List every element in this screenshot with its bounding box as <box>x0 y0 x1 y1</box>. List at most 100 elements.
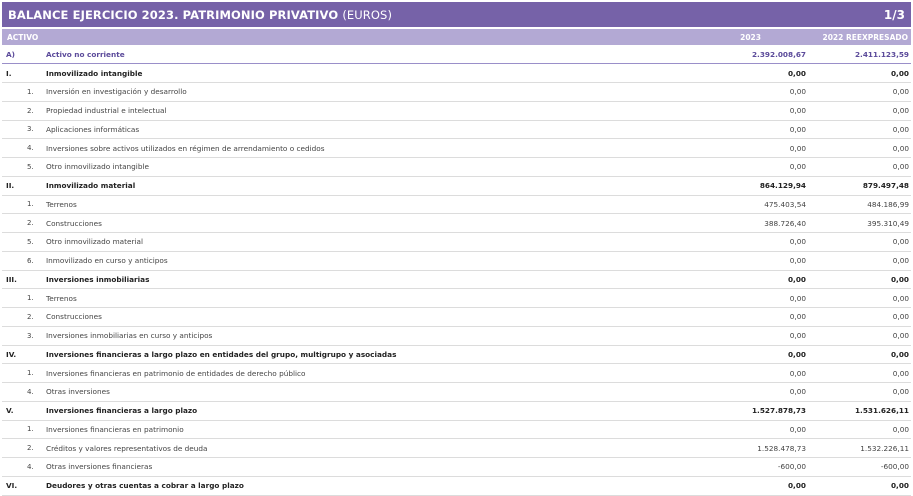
row-code: 2. <box>2 101 46 121</box>
table-row: 2. Propiedad industrial e intelectual 0,00… <box>2 101 911 121</box>
row-value-2023: 0,00 <box>606 363 806 383</box>
row-code: III. <box>2 270 46 290</box>
row-value-2023: 2.392.008,67 <box>606 45 806 65</box>
row-label: Inversión en investigación y desarrollo <box>46 82 606 102</box>
row-label: Activo no corriente <box>46 45 606 65</box>
table-row: 1. Inversión en investigación y desarroll… <box>2 82 911 102</box>
row-code: 1. <box>2 82 46 102</box>
row-code: IV. <box>2 345 46 365</box>
row-value-2022: 484.186,99 <box>806 195 911 215</box>
row-code: 1. <box>2 288 46 308</box>
row-value-2023: 0,00 <box>606 232 806 252</box>
table-row: 4. Otras inversiones 0,00 0,00 <box>2 382 911 402</box>
row-value-2022: 2.411.123,59 <box>806 45 911 65</box>
row-code: 4. <box>2 457 46 477</box>
page-title: BALANCE EJERCICIO 2023. PATRIMONIO PRIVA… <box>8 8 392 22</box>
row-value-2023: 864.129,94 <box>606 176 806 196</box>
row-label: Otro inmovilizado intangible <box>46 157 606 177</box>
table-row: 3. Aplicaciones informáticas 0,00 0,00 <box>2 120 911 140</box>
header-activo: ACTIVO <box>7 33 39 42</box>
row-value-2023: 0,00 <box>606 288 806 308</box>
row-label: Aplicaciones informáticas <box>46 120 606 140</box>
row-value-2023: 0,00 <box>606 476 806 496</box>
row-value-2022: 0,00 <box>806 232 911 252</box>
row-value-2023: 1.528.478,73 <box>606 438 806 458</box>
row-value-2023: 1.527.878,73 <box>606 401 806 421</box>
row-value-2022: 0,00 <box>806 363 911 383</box>
row-code: II. <box>2 176 46 196</box>
row-value-2022: 395.310,49 <box>806 213 911 233</box>
row-label: Construcciones <box>46 307 606 327</box>
table-row: 4. Otras inversiones financieras -600,00 -6… <box>2 457 911 477</box>
row-label: Otro inmovilizado material <box>46 232 606 252</box>
row-value-2022: 0,00 <box>806 288 911 308</box>
row-label: Inmovilizado en curso y anticipos <box>46 251 606 271</box>
row-value-2022: 0,00 <box>806 251 911 271</box>
table-row: 1. Inversiones financieras en patrimonio … <box>2 363 911 383</box>
row-value-2022: 0,00 <box>806 120 911 140</box>
row-code: 1. <box>2 195 46 215</box>
table-row: I. Inmovilizado intangible 0,00 0,00 <box>2 63 911 83</box>
row-code: 2. <box>2 438 46 458</box>
row-code: I. <box>2 63 46 83</box>
row-value-2023: 0,00 <box>606 138 806 158</box>
row-label: Inmovilizado material <box>46 176 606 196</box>
row-value-2022: 879.497,48 <box>806 176 911 196</box>
table-row: 4. Inversiones sobre activos utilizados e… <box>2 138 911 158</box>
table-row: 6. Inmovilizado en curso y anticipos 0,00 0… <box>2 251 911 271</box>
row-value-2023: 0,00 <box>606 382 806 402</box>
title-text: BALANCE EJERCICIO 2023. PATRIMONIO PRIVA… <box>8 7 339 22</box>
row-value-2023: 0,00 <box>606 82 806 102</box>
table-row: 1. Inversiones financieras en patrimonio 0… <box>2 420 911 440</box>
header-2022: 2022 REEXPRESADO <box>822 33 909 42</box>
header-2023: 2023 <box>740 33 761 42</box>
row-value-2022: 0,00 <box>806 420 911 440</box>
row-label: Inversiones financieras en patrimonio <box>46 420 606 440</box>
row-label: Inversiones inmobiliarias en curso y ant… <box>46 326 606 346</box>
table-row: II. Inmovilizado material 864.129,94 879.49… <box>2 176 911 196</box>
row-label: Inmovilizado intangible <box>46 63 606 83</box>
row-value-2022: 0,00 <box>806 157 911 177</box>
row-value-2023: 0,00 <box>606 63 806 83</box>
row-label: Créditos y valores representativos de de… <box>46 438 606 458</box>
row-value-2023: 475.403,54 <box>606 195 806 215</box>
row-value-2023: -600,00 <box>606 457 806 477</box>
row-value-2022: 1.531.626,11 <box>806 401 911 421</box>
row-code: 1. <box>2 420 46 440</box>
row-value-2023: 0,00 <box>606 420 806 440</box>
table-row: 5. Otro inmovilizado intangible 0,00 0,00 <box>2 157 911 177</box>
row-label: Terrenos <box>46 195 606 215</box>
page-number: 1/3 <box>883 7 905 22</box>
row-code: 6. <box>2 251 46 271</box>
row-label: Terrenos <box>46 288 606 308</box>
row-code: 2. <box>2 213 46 233</box>
row-value-2023: 0,00 <box>606 326 806 346</box>
row-value-2022: 0,00 <box>806 138 911 158</box>
row-value-2023: 0,00 <box>606 157 806 177</box>
row-code: V. <box>2 401 46 421</box>
row-value-2023: 0,00 <box>606 270 806 290</box>
row-code: 2. <box>2 307 46 327</box>
row-label: Deudores y otras cuentas a cobrar a larg… <box>46 476 606 496</box>
row-value-2022: 0,00 <box>806 101 911 121</box>
row-value-2022: 0,00 <box>806 82 911 102</box>
table-row: 2. Construcciones 388.726,40 395.310,49 <box>2 213 911 233</box>
row-value-2023: 388.726,40 <box>606 213 806 233</box>
table-row: VI. Deudores y otras cuentas a cobrar a l… <box>2 476 911 496</box>
row-code: VI. <box>2 476 46 496</box>
table-row: 1. Terrenos 475.403,54 484.186,99 <box>2 195 911 215</box>
row-value-2023: 0,00 <box>606 101 806 121</box>
table-row: 2. Créditos y valores representativos de … <box>2 438 911 458</box>
table-row: A) Activo no corriente 2.392.008,67 2.411.1… <box>2 45 911 65</box>
row-value-2022: 0,00 <box>806 382 911 402</box>
row-label: Inversiones financieras a largo plazo en… <box>46 345 606 365</box>
row-value-2022: -600,00 <box>806 457 911 477</box>
row-code: 5. <box>2 232 46 252</box>
row-code: 1. <box>2 363 46 383</box>
title-unit: (EUROS) <box>342 7 393 22</box>
row-value-2023: 0,00 <box>606 120 806 140</box>
balance-table: A) Activo no corriente 2.392.008,67 2.411.1… <box>2 45 911 496</box>
row-value-2022: 0,00 <box>806 326 911 346</box>
row-value-2022: 0,00 <box>806 345 911 365</box>
row-value-2023: 0,00 <box>606 345 806 365</box>
